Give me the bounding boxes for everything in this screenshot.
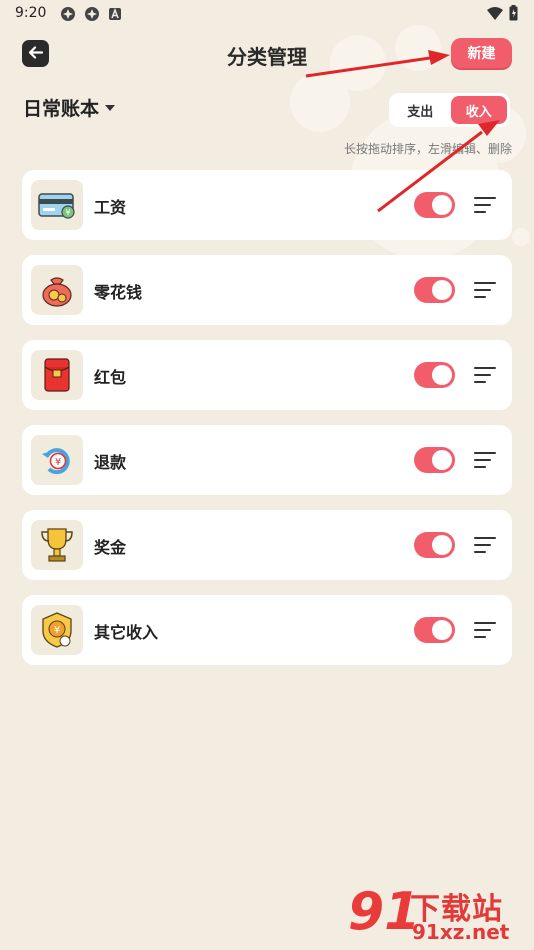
toggle-knob bbox=[432, 280, 452, 300]
toggle-knob bbox=[432, 620, 452, 640]
category-list: ¥ 工资 零花钱 红包 ¥ 退款 奖金 ¥ 其它收入 bbox=[22, 170, 512, 680]
drag-handle-icon[interactable] bbox=[474, 622, 496, 638]
drag-handle-icon[interactable] bbox=[474, 282, 496, 298]
battery-icon bbox=[509, 5, 518, 25]
wifi-icon bbox=[487, 6, 503, 25]
category-label: 退款 bbox=[94, 453, 127, 472]
category-toggle[interactable] bbox=[414, 362, 455, 388]
category-toggle[interactable] bbox=[414, 192, 455, 218]
category-label: 工资 bbox=[94, 198, 127, 217]
category-row-bonus[interactable]: 奖金 bbox=[22, 510, 512, 580]
category-toggle[interactable] bbox=[414, 277, 455, 303]
drag-handle-icon[interactable] bbox=[474, 537, 496, 553]
status-icons-left bbox=[60, 6, 122, 26]
category-row-red-envelope[interactable]: 红包 bbox=[22, 340, 512, 410]
status-bar: 9:20 bbox=[0, 0, 534, 28]
notification-a-icon bbox=[108, 6, 122, 26]
category-row-other-income[interactable]: ¥ 其它收入 bbox=[22, 595, 512, 665]
status-icons-right bbox=[487, 5, 518, 25]
drag-handle-icon[interactable] bbox=[474, 367, 496, 383]
category-row-salary[interactable]: ¥ 工资 bbox=[22, 170, 512, 240]
salary-card-icon: ¥ bbox=[31, 180, 83, 230]
sort-hint-text: 长按拖动排序，左滑编辑、删除 bbox=[343, 142, 512, 156]
notification-app-icon bbox=[60, 6, 76, 26]
new-category-button[interactable]: 新建 bbox=[451, 38, 512, 68]
watermark-url: 91xz.net bbox=[412, 920, 510, 944]
account-book-selector[interactable]: 日常账本 bbox=[23, 94, 116, 121]
tab-income[interactable]: 收入 bbox=[450, 96, 507, 124]
red-envelope-icon bbox=[31, 350, 83, 400]
category-row-pocket-money[interactable]: 零花钱 bbox=[22, 255, 512, 325]
caret-down-icon bbox=[105, 104, 116, 111]
other-income-icon: ¥ bbox=[31, 605, 83, 655]
watermark-logo: 91 下载站 91xz.net bbox=[346, 880, 526, 950]
tab-expense[interactable]: 支出 bbox=[392, 96, 449, 124]
toggle-knob bbox=[432, 195, 452, 215]
category-toggle[interactable] bbox=[414, 617, 455, 643]
category-label: 奖金 bbox=[94, 538, 127, 557]
category-toggle[interactable] bbox=[414, 447, 455, 473]
drag-handle-icon[interactable] bbox=[474, 197, 496, 213]
refund-icon: ¥ bbox=[31, 435, 83, 485]
svg-text:¥: ¥ bbox=[55, 457, 61, 468]
toggle-knob bbox=[432, 450, 452, 470]
drag-handle-icon[interactable] bbox=[474, 452, 496, 468]
toggle-knob bbox=[432, 535, 452, 555]
category-label: 零花钱 bbox=[94, 283, 143, 302]
account-book-name: 日常账本 bbox=[23, 98, 100, 120]
money-bag-icon bbox=[31, 265, 83, 315]
category-toggle[interactable] bbox=[414, 532, 455, 558]
category-label: 其它收入 bbox=[94, 623, 159, 642]
status-time: 9:20 bbox=[15, 5, 47, 21]
category-label: 红包 bbox=[94, 368, 127, 387]
svg-text:¥: ¥ bbox=[65, 208, 70, 217]
decor-bubble bbox=[512, 228, 530, 246]
notification-app-icon bbox=[84, 6, 100, 26]
category-row-refund[interactable]: ¥ 退款 bbox=[22, 425, 512, 495]
svg-text:¥: ¥ bbox=[54, 625, 60, 636]
type-toggle: 支出 收入 bbox=[389, 93, 510, 127]
toggle-knob bbox=[432, 365, 452, 385]
trophy-icon bbox=[31, 520, 83, 570]
